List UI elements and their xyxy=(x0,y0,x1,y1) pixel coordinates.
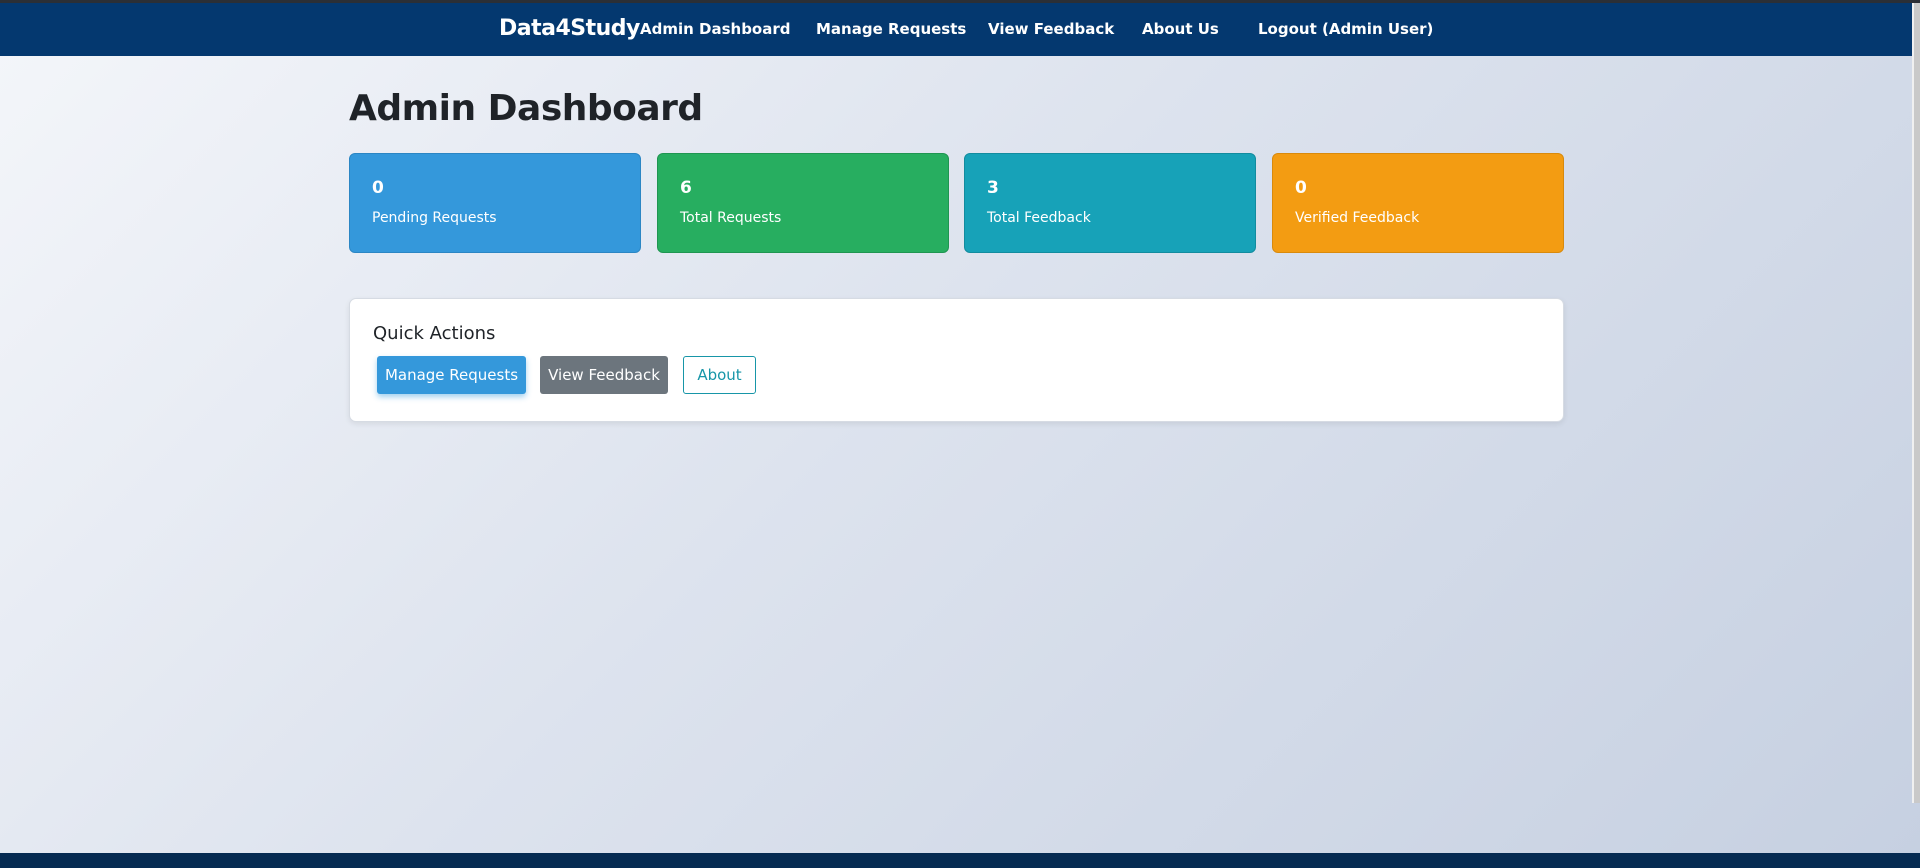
quick-actions-title: Quick Actions xyxy=(373,323,496,344)
top-navbar: Data4Study Admin Dashboard Manage Reques… xyxy=(0,3,1912,56)
about-button[interactable]: About xyxy=(683,356,756,394)
nav-link-admin-dashboard[interactable]: Admin Dashboard xyxy=(640,20,791,38)
manage-requests-button[interactable]: Manage Requests xyxy=(377,356,526,394)
stat-card-total-feedback: 3 Total Feedback xyxy=(964,153,1256,253)
stat-value: 0 xyxy=(1295,178,1307,198)
page-footer xyxy=(0,853,1920,868)
scrollbar-thumb[interactable] xyxy=(1914,3,1920,803)
stat-label: Total Feedback xyxy=(987,210,1091,226)
view-feedback-button[interactable]: View Feedback xyxy=(540,356,668,394)
nav-link-about-us[interactable]: About Us xyxy=(1142,20,1219,38)
stat-label: Verified Feedback xyxy=(1295,210,1420,226)
page-title: Admin Dashboard xyxy=(349,88,703,129)
stat-label: Pending Requests xyxy=(372,210,497,226)
stat-card-verified-feedback: 0 Verified Feedback xyxy=(1272,153,1564,253)
stat-value: 3 xyxy=(987,178,999,198)
nav-link-manage-requests[interactable]: Manage Requests xyxy=(816,20,966,38)
stat-value: 6 xyxy=(680,178,692,198)
stat-card-total-requests: 6 Total Requests xyxy=(657,153,949,253)
nav-link-logout[interactable]: Logout (Admin User) xyxy=(1258,20,1433,38)
stat-label: Total Requests xyxy=(680,210,782,226)
nav-link-view-feedback[interactable]: View Feedback xyxy=(988,20,1114,38)
stat-card-pending-requests: 0 Pending Requests xyxy=(349,153,641,253)
quick-actions-panel: Quick Actions Manage Requests View Feedb… xyxy=(349,298,1564,422)
stat-value: 0 xyxy=(372,178,384,198)
brand-logo-link[interactable]: Data4Study xyxy=(499,16,640,41)
